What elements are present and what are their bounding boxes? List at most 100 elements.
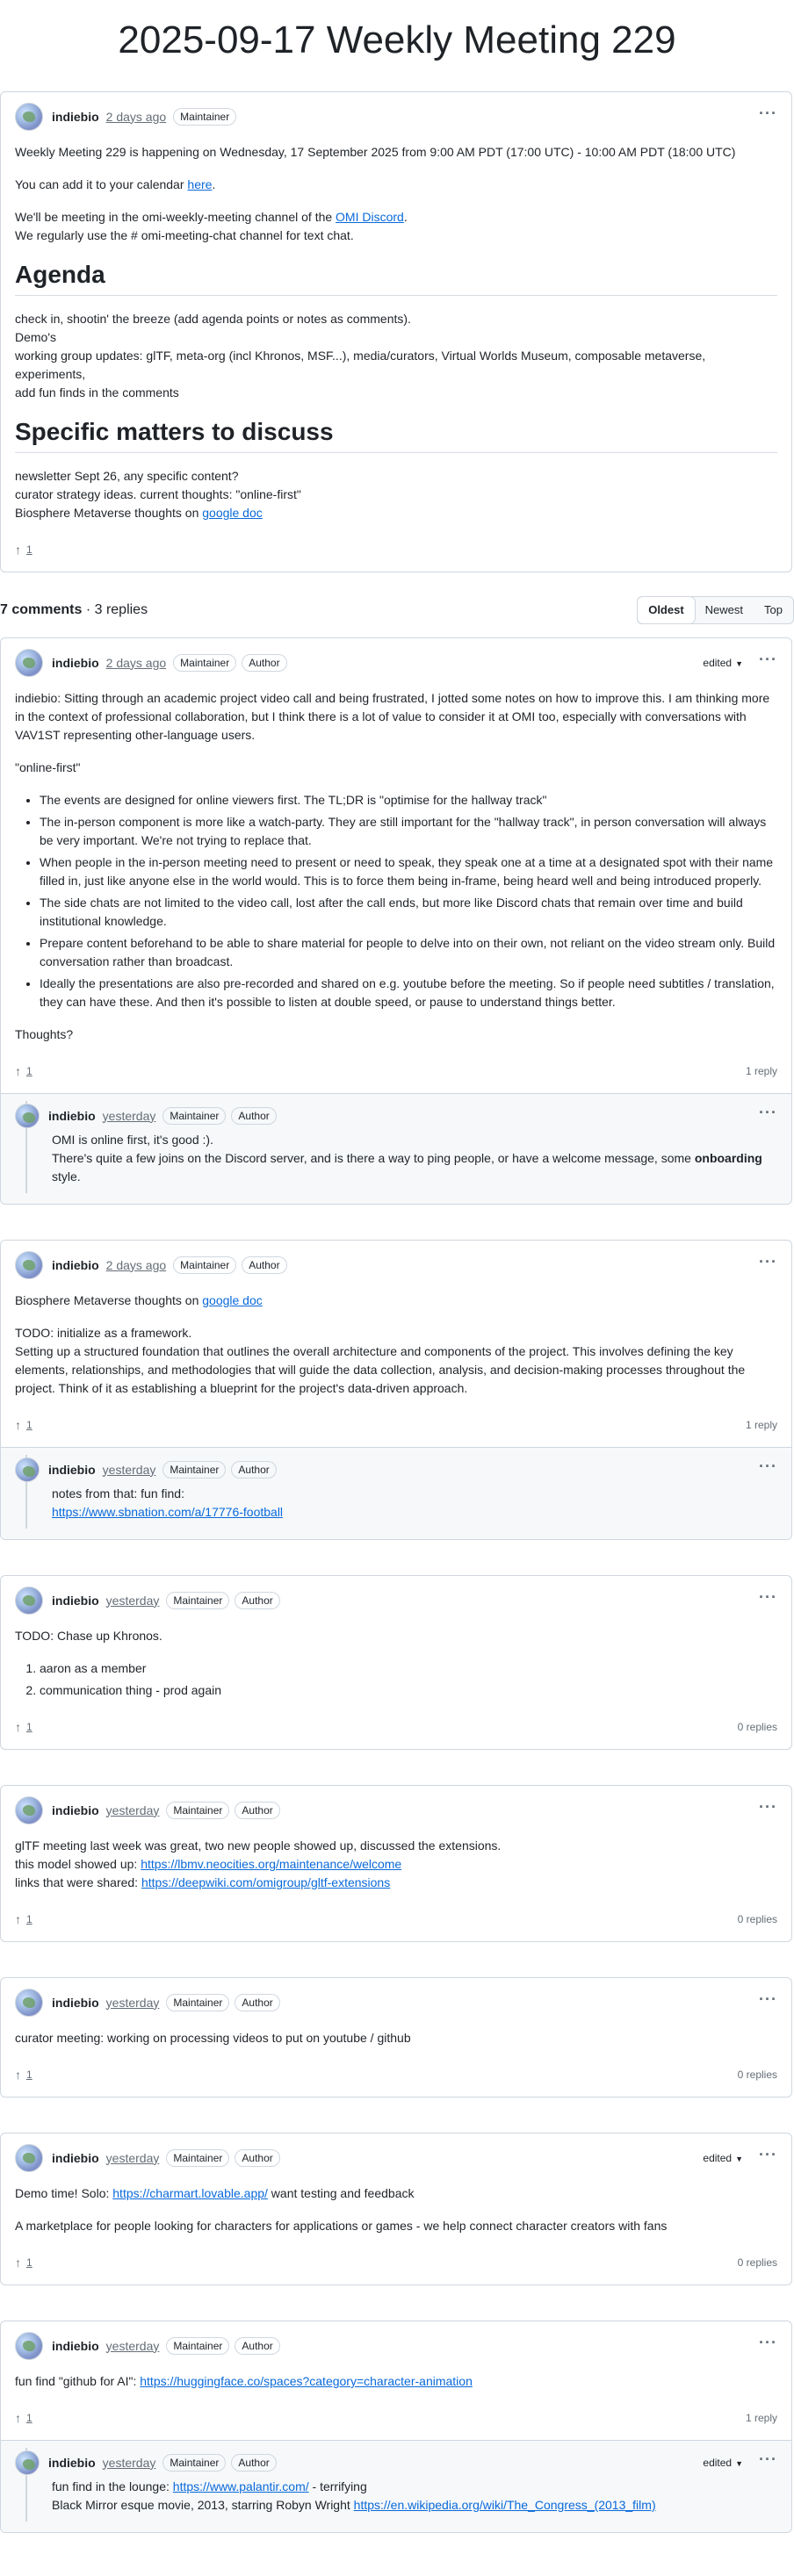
author-name[interactable]: indiebio [52,1592,99,1610]
discord-link[interactable]: OMI Discord [336,210,404,224]
more-options-icon[interactable]: ··· [759,1799,777,1818]
more-options-icon[interactable]: ··· [759,2147,777,2166]
comment-header: indiebio yesterday Maintainer Author edi… [1,2133,791,2174]
sort-newest[interactable]: Newest [695,597,754,623]
comment-header: indiebio yesterday Maintainer Author ··· [1,1576,791,1616]
avatar[interactable] [15,1457,40,1482]
edited-dropdown[interactable]: edited ▼ [703,2150,743,2166]
more-options-icon[interactable]: ··· [759,2335,777,2354]
comment: indiebio 2 days ago Maintainer Author ed… [0,637,792,1205]
huggingface-link[interactable]: https://huggingface.co/spaces?category=c… [140,2374,473,2388]
deepwiki-link[interactable]: https://deepwiki.com/omigroup/gltf-exten… [141,1875,390,1889]
comment-text: TODO: Chase up Khronos. [15,1629,162,1643]
comment-text: Biosphere Metaverse thoughts on google d… [15,1293,263,1307]
discord-text: We'll be meeting in the omi-weekly-meeti… [15,210,408,242]
arrow-up-icon: ↑ [15,2410,21,2425]
timestamp[interactable]: 2 days ago [106,654,167,673]
author-name[interactable]: indiebio [52,1256,99,1275]
author-name[interactable]: indiebio [52,108,99,126]
author-name[interactable]: indiebio [52,1994,99,2012]
comment-body: Demo time! Solo: https://charmart.lovabl… [1,2174,791,2235]
more-options-icon[interactable]: ··· [759,105,777,125]
more-options-icon[interactable]: ··· [759,2451,777,2471]
timestamp[interactable]: 2 days ago [106,108,167,126]
author-name[interactable]: indiebio [48,1107,96,1126]
list-item: The in-person component is more like a w… [40,813,777,850]
upvote-button[interactable]: ↑ 1 [15,1910,32,1929]
list-item: communication thing - prod again [40,1681,777,1700]
list-item: When people in the in-person meeting nee… [40,853,777,890]
maintainer-badge: Maintainer [162,1461,227,1479]
reply: indiebio yesterday Maintainer Author edi… [1,2440,791,2532]
timestamp[interactable]: yesterday [103,1461,156,1479]
sbnation-link[interactable]: https://www.sbnation.com/a/17776-footbal… [52,1505,283,1519]
comment-text: fun find "github for AI": https://huggin… [15,2374,473,2388]
triangle-down-icon: ▼ [735,2459,744,2468]
comment-text: TODO: initialize as a framework. Setting … [15,1326,746,1395]
comment-header: indiebio 2 days ago Maintainer Author ed… [1,638,791,679]
upvote-button[interactable]: ↑ 1 [15,1062,32,1081]
comment-text: curator meeting: working on processing v… [15,2031,411,2045]
lbmv-link[interactable]: https://lbmv.neocities.org/maintenance/w… [141,1857,401,1871]
avatar[interactable] [15,649,43,677]
timestamp[interactable]: yesterday [106,2149,160,2168]
author-name[interactable]: indiebio [52,2149,99,2168]
comment: indiebio yesterday Maintainer Author ···… [0,1785,792,1942]
comment-count: 7 comments · 3 replies [0,602,148,617]
timestamp[interactable]: 2 days ago [106,1256,167,1275]
palantir-link[interactable]: https://www.palantir.com/ [173,2479,309,2493]
wikipedia-link[interactable]: https://en.wikipedia.org/wiki/The_Congre… [354,2498,656,2512]
edited-dropdown[interactable]: edited ▼ [703,2455,743,2471]
triangle-down-icon: ▼ [735,2155,744,2163]
author-name[interactable]: indiebio [52,2337,99,2356]
avatar[interactable] [15,103,43,131]
author-name[interactable]: indiebio [52,1802,99,1820]
more-options-icon[interactable]: ··· [759,1991,777,2011]
more-options-icon[interactable]: ··· [759,1589,777,1608]
upvote-button[interactable]: ↑ 1 [15,2409,32,2428]
timestamp[interactable]: yesterday [106,1802,160,1820]
charmart-link[interactable]: https://charmart.lovable.app/ [112,2186,268,2200]
agenda-heading: Agenda [15,259,777,296]
author-badge: Author [235,2149,280,2167]
author-badge: Author [235,1994,280,2011]
avatar[interactable] [15,1587,43,1615]
timestamp[interactable]: yesterday [106,2337,160,2356]
upvote-button[interactable]: ↑ 1 [15,2254,32,2272]
arrow-up-icon: ↑ [15,2067,21,2082]
upvote-button[interactable]: ↑ 1 [15,2066,32,2084]
avatar[interactable] [15,2144,43,2172]
sort-toggle: Oldest Newest Top [637,596,794,624]
more-options-icon[interactable]: ··· [759,1458,777,1478]
calendar-link[interactable]: here [187,177,212,191]
more-options-icon[interactable]: ··· [759,651,777,671]
timestamp[interactable]: yesterday [106,1994,160,2012]
more-options-icon[interactable]: ··· [759,1254,777,1273]
more-options-icon[interactable]: ··· [759,1105,777,1124]
avatar[interactable] [15,1251,43,1279]
timestamp[interactable]: yesterday [106,1592,160,1610]
sort-top[interactable]: Top [754,597,793,623]
arrow-up-icon: ↑ [15,2255,21,2270]
avatar[interactable] [15,1796,43,1824]
avatar[interactable] [15,1989,43,2017]
sort-oldest[interactable]: Oldest [638,597,695,623]
avatar[interactable] [15,2450,40,2475]
author-name[interactable]: indiebio [48,2454,96,2472]
author-name[interactable]: indiebio [52,654,99,673]
edited-dropdown[interactable]: edited ▼ [703,655,743,671]
upvote-button[interactable]: ↑ 1 [15,1416,32,1435]
upvote-button[interactable]: ↑ 1 [15,541,32,559]
reply: indiebio yesterday Maintainer Author ···… [1,1447,791,1539]
reply-header: indiebio yesterday Maintainer Author edi… [15,2448,777,2478]
google-doc-link[interactable]: google doc [202,506,263,520]
author-name[interactable]: indiebio [48,1461,96,1479]
timestamp[interactable]: yesterday [103,2454,156,2472]
avatar[interactable] [15,1104,40,1128]
avatar[interactable] [15,2332,43,2360]
comment: indiebio 2 days ago Maintainer Author ··… [0,1240,792,1540]
upvote-button[interactable]: ↑ 1 [15,1718,32,1737]
google-doc-link[interactable]: google doc [202,1293,263,1307]
timestamp[interactable]: yesterday [103,1107,156,1126]
reply-count: 0 replies [737,2256,777,2269]
